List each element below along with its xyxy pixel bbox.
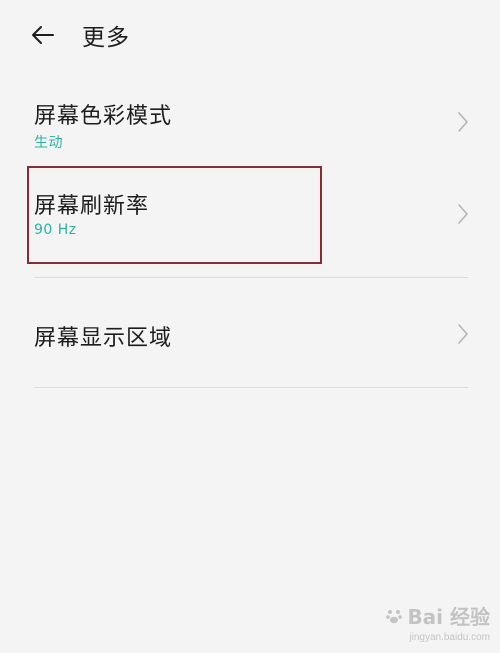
divider [34,387,468,388]
watermark-brand: Bai 经验 [407,605,490,629]
divider [34,277,468,278]
arrow-left-icon [32,26,54,44]
back-button[interactable] [28,20,58,50]
paw-icon [386,609,403,623]
setting-row-refresh-rate[interactable]: 屏幕刷新率 90 Hz [0,176,500,252]
setting-label-color-mode: 屏幕色彩模式 [34,104,173,129]
setting-row-display-area[interactable]: 屏幕显示区域 [0,300,500,370]
chevron-right-icon [458,112,468,132]
setting-label-refresh-rate: 屏幕刷新率 [34,194,150,219]
watermark: Bai 经验 jingyan.baidu.com [385,601,490,643]
setting-value-refresh-rate: 90 Hz [34,222,77,238]
watermark-url: jingyan.baidu.com [409,632,490,643]
chevron-right-icon [458,324,468,344]
top-bar: 更多 [0,0,500,70]
setting-value-color-mode: 生动 [34,135,63,151]
watermark-logo: Bai 经验 [385,601,490,630]
setting-label-display-area: 屏幕显示区域 [34,326,173,351]
page-title: 更多 [82,25,130,51]
setting-row-color-mode[interactable]: 屏幕色彩模式 生动 [0,86,500,158]
chevron-right-icon [458,204,468,224]
